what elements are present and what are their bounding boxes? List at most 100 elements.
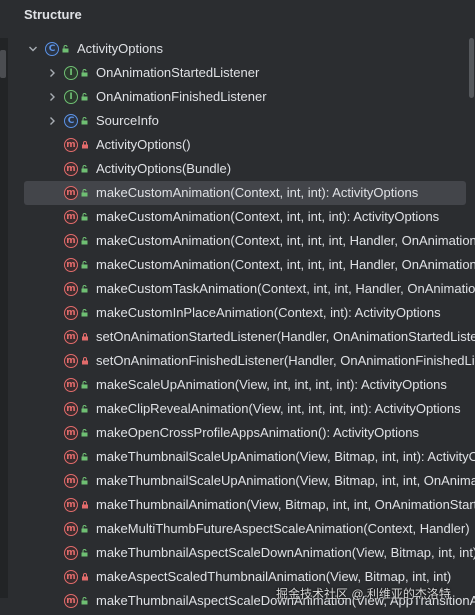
tree-row-label: ActivityOptions() [96, 137, 191, 152]
chevron-right-icon[interactable] [47, 92, 57, 102]
tree-row-label: makeScaleUpAnimation(View, int, int, int… [96, 377, 447, 392]
tree-row[interactable]: m makeCustomAnimation(Context, int, int, … [0, 253, 475, 277]
tree-row[interactable]: m makeThumbnailAnimation(View, Bitmap, in… [0, 493, 475, 517]
tree-row-label: makeCustomAnimation(Context, int, int, i… [96, 233, 475, 248]
tree-row[interactable]: m setOnAnimationFinishedListener(Handler,… [0, 349, 475, 373]
tree-row-label: SourceInfo [96, 113, 159, 128]
method-icon: m [64, 162, 78, 176]
tree-row-label: ActivityOptions [77, 41, 163, 56]
lock-icon [81, 333, 89, 341]
lock-icon [81, 501, 89, 509]
unlock-icon [81, 165, 89, 173]
unlock-icon [81, 261, 89, 269]
panel-title: Structure [24, 6, 82, 22]
lock-icon [81, 141, 89, 149]
tree-row-label: makeCustomAnimation(Context, int, int, i… [96, 209, 440, 224]
method-icon: m [64, 450, 78, 464]
tree-row[interactable]: m setOnAnimationStartedListener(Handler, … [0, 325, 475, 349]
tree-row-label: makeCustomTaskAnimation(Context, int, in… [96, 281, 475, 296]
interface-icon: I [64, 66, 78, 80]
tree-row-label: makeThumbnailAspectScaleDownAnimation(Vi… [96, 545, 475, 560]
unlock-icon [81, 429, 89, 437]
unlock-icon [81, 69, 89, 77]
method-icon: m [64, 426, 78, 440]
method-icon: m [64, 570, 78, 584]
unlock-icon [81, 597, 89, 605]
unlock-icon [81, 405, 89, 413]
method-icon: m [64, 258, 78, 272]
tree-row[interactable]: m makeCustomAnimation(Context, int, int, … [0, 229, 475, 253]
chevron-right-icon[interactable] [47, 116, 57, 126]
watermark: 掘金技术社区 @ 利维亚的杰洛特 [276, 587, 451, 601]
tree-row[interactable]: m makeScaleUpAnimation(View, int, int, in… [0, 373, 475, 397]
unlock-icon [81, 381, 89, 389]
tree-row[interactable]: I OnAnimationFinishedListener [0, 85, 475, 109]
method-icon: m [64, 138, 78, 152]
tree-row[interactable]: C ActivityOptions [0, 37, 475, 61]
tree-row[interactable]: m makeCustomAnimation(Context, int, int):… [24, 181, 466, 205]
method-icon: m [64, 186, 78, 200]
tree-row[interactable]: m makeMultiThumbFutureAspectScaleAnimatio… [0, 517, 475, 541]
unlock-icon [62, 45, 70, 53]
tree-row-label: makeThumbnailScaleUpAnimation(View, Bitm… [96, 449, 475, 464]
unlock-icon [81, 117, 89, 125]
vertical-scrollbar[interactable] [467, 38, 475, 98]
tree-row-label: OnAnimationFinishedListener [96, 89, 267, 104]
tree-row[interactable]: m makeThumbnailAspectScaleDownAnimation(V… [0, 541, 475, 565]
tree-row[interactable]: m makeCustomInPlaceAnimation(Context, int… [0, 301, 475, 325]
tree-row-label: makeCustomInPlaceAnimation(Context, int)… [96, 305, 441, 320]
method-icon: m [64, 306, 78, 320]
scrollbar-thumb[interactable] [469, 38, 474, 98]
tree-row[interactable]: C SourceInfo [0, 109, 475, 133]
unlock-icon [81, 237, 89, 245]
method-icon: m [64, 498, 78, 512]
unlock-icon [81, 285, 89, 293]
tree-row[interactable]: m makeThumbnailScaleUpAnimation(View, Bit… [0, 445, 475, 469]
tree-row-label: makeMultiThumbFutureAspectScaleAnimation… [96, 521, 470, 536]
method-icon: m [64, 354, 78, 368]
method-icon: m [64, 330, 78, 344]
tree-row-label: makeAspectScaledThumbnailAnimation(View,… [96, 569, 452, 584]
tree-row[interactable]: m makeClipRevealAnimation(View, int, int,… [0, 397, 475, 421]
tree-row[interactable]: m makeCustomAnimation(Context, int, int, … [0, 205, 475, 229]
unlock-icon [81, 309, 89, 317]
class-icon: C [64, 114, 78, 128]
tree-row[interactable]: m makeCustomTaskAnimation(Context, int, i… [0, 277, 475, 301]
tree-row-label: makeCustomAnimation(Context, int, int): … [96, 185, 419, 200]
method-icon: m [64, 234, 78, 248]
unlock-icon [81, 477, 89, 485]
unlock-icon [81, 93, 89, 101]
tree-row-label: setOnAnimationFinishedListener(Handler, … [96, 353, 475, 368]
tree-row-label: makeThumbnailScaleUpAnimation(View, Bitm… [96, 473, 475, 488]
chevron-down-icon[interactable] [28, 44, 38, 54]
tree-row-label: makeClipRevealAnimation(View, int, int, … [96, 401, 461, 416]
chevron-right-icon[interactable] [47, 68, 57, 78]
method-icon: m [64, 282, 78, 296]
tree-row[interactable]: m makeOpenCrossProfileAppsAnimation(): Ac… [0, 421, 475, 445]
tree-row-label: makeCustomAnimation(Context, int, int, i… [96, 257, 475, 272]
unlock-icon [81, 549, 89, 557]
method-icon: m [64, 474, 78, 488]
unlock-icon [81, 525, 89, 533]
tree-row-label: makeThumbnailAnimation(View, Bitmap, int… [96, 497, 475, 512]
method-icon: m [64, 522, 78, 536]
tree-row-label: OnAnimationStartedListener [96, 65, 260, 80]
tree-row[interactable]: m makeThumbnailScaleUpAnimation(View, Bit… [0, 469, 475, 493]
structure-panel-header: Structure [0, 0, 475, 28]
tree-row-label: makeOpenCrossProfileAppsAnimation(): Act… [96, 425, 419, 440]
lock-icon [81, 573, 89, 581]
class-icon: C [45, 42, 59, 56]
unlock-icon [81, 213, 89, 221]
method-icon: m [64, 210, 78, 224]
tree-row-label: setOnAnimationStartedListener(Handler, O… [96, 329, 475, 344]
structure-tree[interactable]: C ActivityOptions I OnAnimationStartedListe… [0, 37, 475, 615]
tree-row-label: ActivityOptions(Bundle) [96, 161, 232, 176]
method-icon: m [64, 594, 78, 608]
lock-icon [81, 357, 89, 365]
tree-row[interactable]: m ActivityOptions(Bundle) [0, 157, 475, 181]
tree-row[interactable]: I OnAnimationStartedListener [0, 61, 475, 85]
tree-row[interactable]: m ActivityOptions() [0, 133, 475, 157]
method-icon: m [64, 378, 78, 392]
interface-icon: I [64, 90, 78, 104]
unlock-icon [81, 189, 89, 197]
